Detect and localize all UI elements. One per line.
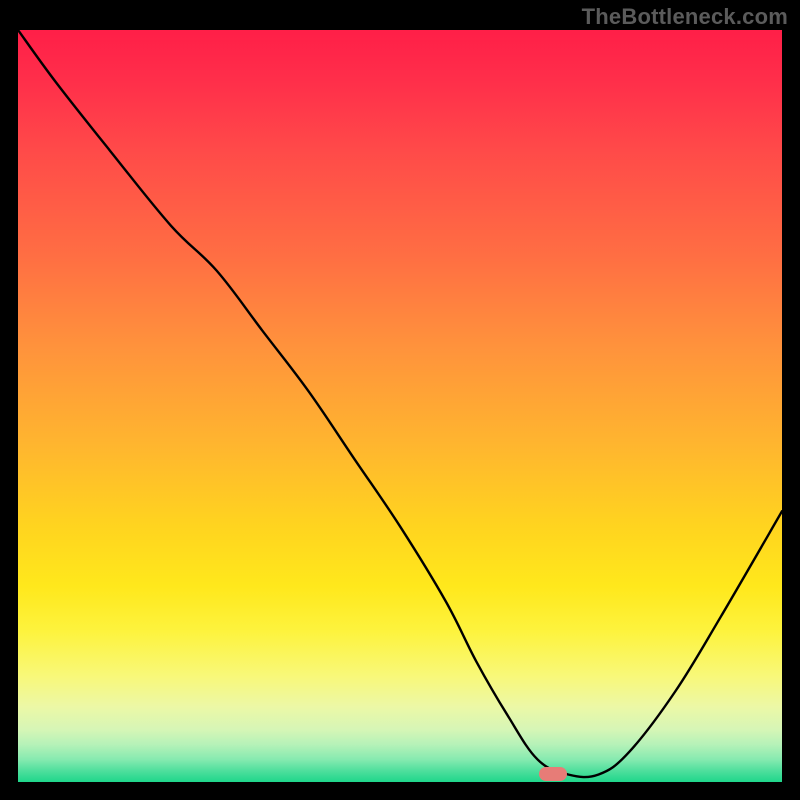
optimal-marker [539,767,567,781]
chart-frame: TheBottleneck.com [0,0,800,800]
bottleneck-curve [18,30,782,782]
plot-area [18,30,782,782]
watermark-text: TheBottleneck.com [582,4,788,30]
